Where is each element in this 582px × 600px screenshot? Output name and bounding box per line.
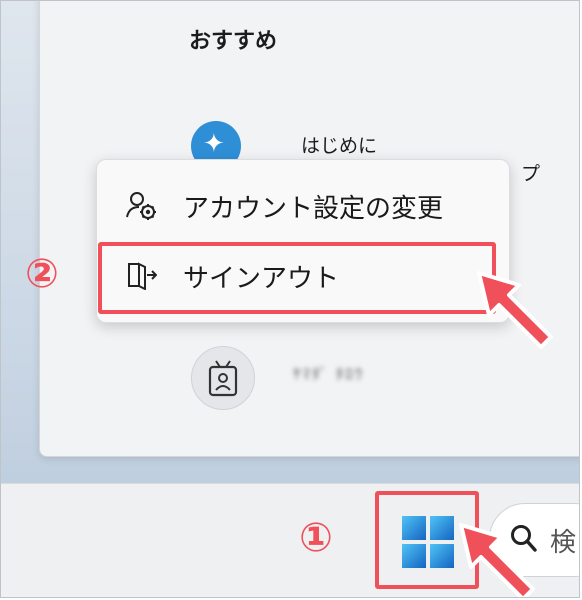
user-name[interactable]: ﾔﾏﾀﾞ ﾀﾛｳ xyxy=(293,363,413,385)
menu-item-change-account-settings[interactable]: アカウント設定の変更 xyxy=(97,174,509,234)
step-1-marker: ① xyxy=(299,515,333,561)
user-avatar[interactable] xyxy=(191,346,255,410)
person-gear-icon xyxy=(125,190,157,220)
step-2-marker: ② xyxy=(25,251,59,297)
sign-out-highlight xyxy=(98,242,496,314)
pointer-arrow-icon xyxy=(459,523,535,597)
pointer-arrow-icon xyxy=(477,271,553,349)
search-placeholder: 検 xyxy=(550,528,577,558)
recommended-item-sublabel: プ xyxy=(521,163,541,185)
recommended-item-label[interactable]: はじめに xyxy=(301,131,377,158)
screenshot-frame: おすすめ ✦ はじめに プ ﾔﾏﾀﾞ ﾀﾛｳ アカウント設定の変更 サインアウト… xyxy=(0,0,580,598)
menu-item-label: アカウント設定の変更 xyxy=(183,194,444,224)
recommended-heading: おすすめ xyxy=(189,29,278,54)
id-badge-icon xyxy=(208,360,238,397)
